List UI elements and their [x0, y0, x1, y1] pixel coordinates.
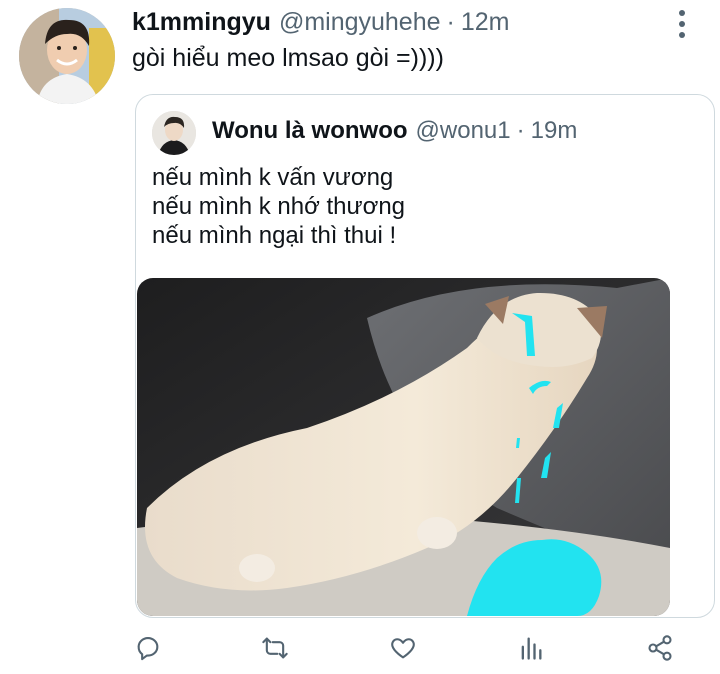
quoted-tweet-card[interactable]: Wonu là wonwoo @wonu1 · 19m nếu mình k v…: [135, 94, 715, 618]
retweet-icon[interactable]: [255, 628, 295, 668]
quoted-tweet-text: nếu mình k vấn vương nếu mình k nhớ thươ…: [152, 163, 405, 250]
analytics-icon[interactable]: [511, 628, 551, 668]
separator-dot: ·: [446, 8, 455, 36]
tweet-timestamp[interactable]: 12m: [461, 8, 510, 37]
more-vertical-icon[interactable]: [668, 8, 696, 40]
author-avatar[interactable]: [19, 8, 115, 104]
quoted-author-avatar[interactable]: [152, 111, 196, 155]
quoted-text-line: nếu mình k vấn vương: [152, 164, 394, 191]
quoted-tweet-header: Wonu là wonwoo @wonu1 · 19m: [212, 117, 577, 145]
tweet-text: gòi hiểu meo lmsao gòi =)))): [132, 44, 444, 72]
tweet-header: k1mmingyu @mingyuhehe · 12m: [132, 8, 510, 40]
quoted-tweet-timestamp: 19m: [530, 117, 578, 144]
heart-icon[interactable]: [383, 628, 423, 668]
quoted-tweet-image[interactable]: [137, 278, 670, 616]
quoted-text-line: nếu mình ngại thì thui !: [152, 222, 397, 249]
author-handle[interactable]: @mingyuhehe: [279, 8, 441, 37]
quoted-author-handle: @wonu1: [415, 117, 511, 144]
reply-icon[interactable]: [128, 628, 168, 668]
quoted-author-name: Wonu là wonwoo: [212, 117, 408, 144]
share-icon[interactable]: [640, 628, 680, 668]
tweet[interactable]: k1mmingyu @mingyuhehe · 12m gòi hiểu meo…: [0, 0, 720, 674]
tweet-actions: [0, 628, 720, 672]
author-name[interactable]: k1mmingyu: [132, 8, 271, 37]
separator-dot: ·: [516, 117, 525, 144]
quoted-text-line: nếu mình k nhớ thương: [152, 193, 406, 220]
